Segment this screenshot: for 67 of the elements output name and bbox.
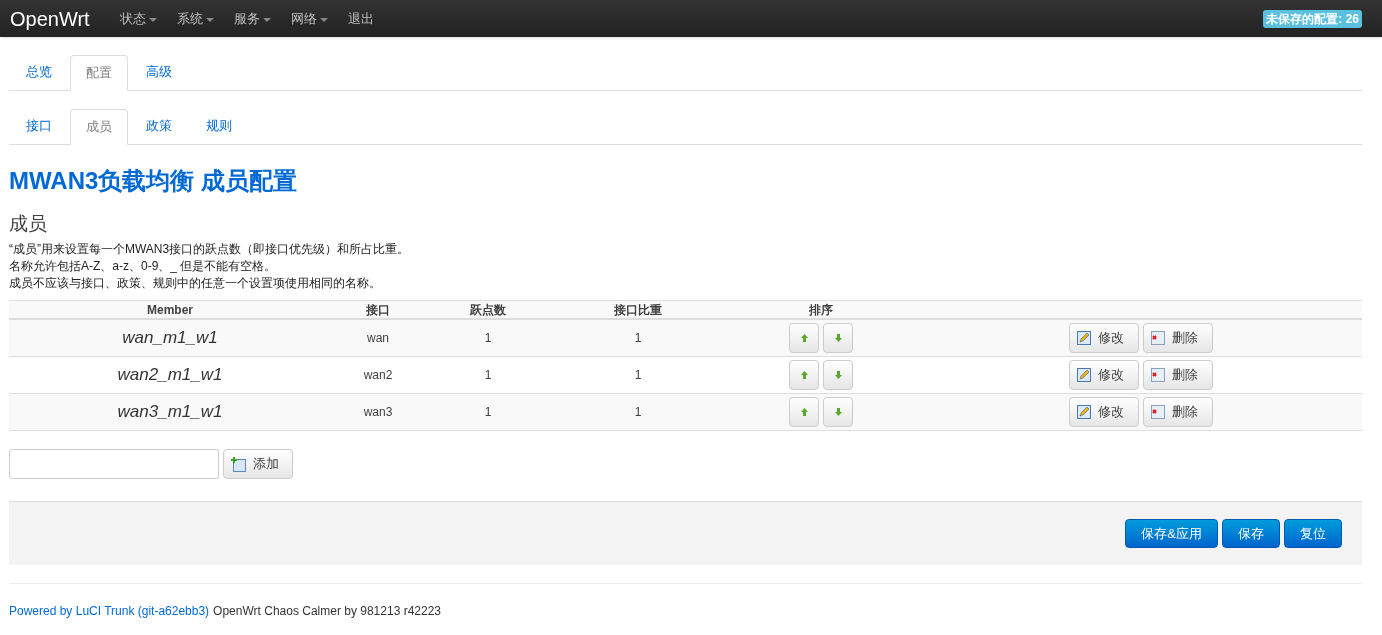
tab[interactable]: 配置	[70, 55, 128, 91]
down-arrow-icon	[834, 334, 842, 342]
move-down-button[interactable]	[823, 397, 853, 427]
move-up-button[interactable]	[789, 323, 819, 353]
delete-icon	[1151, 368, 1165, 382]
move-up-button[interactable]	[789, 360, 819, 390]
brand-logo[interactable]: OpenWrt	[10, 3, 90, 34]
move-down-button[interactable]	[823, 323, 853, 353]
nav-menu-item[interactable]: 服务	[233, 8, 271, 29]
column-header: 排序	[808, 302, 834, 319]
nav-menu-item[interactable]: 退出	[347, 8, 374, 29]
move-up-button[interactable]	[789, 397, 819, 427]
table-cell-text: wan	[366, 330, 390, 347]
up-arrow-icon	[800, 371, 808, 379]
table-cell-text: 1	[633, 404, 643, 421]
tab[interactable]: 接口	[10, 108, 68, 144]
action-button[interactable]: 保存&应用	[1125, 519, 1218, 548]
footer-link[interactable]: Powered by LuCI Trunk (git-a62ebb3)	[9, 604, 210, 618]
add-button[interactable]: 添加	[223, 449, 293, 479]
add-icon	[231, 456, 246, 472]
up-arrow-icon	[800, 334, 808, 342]
tab[interactable]: 高级	[130, 54, 188, 90]
nav-menu-item[interactable]: 系统	[176, 8, 214, 29]
edit-icon	[1077, 368, 1091, 382]
table-cell-text: wan2	[362, 367, 394, 384]
delete-icon	[1151, 405, 1165, 419]
delete-button[interactable]: 删除	[1143, 397, 1213, 427]
member-name: wan_m1_w1	[121, 327, 219, 350]
action-button[interactable]: 保存	[1222, 519, 1280, 548]
name-input-field[interactable]	[9, 449, 219, 479]
member-name: wan3_m1_w1	[116, 401, 224, 424]
column-header: Member	[146, 302, 194, 319]
column-header: 接口	[365, 302, 391, 319]
delete-button[interactable]: 删除	[1143, 360, 1213, 390]
nav-menu-item[interactable]: 网络	[290, 8, 328, 29]
nav-menu-item[interactable]: 状态	[119, 8, 157, 29]
page-title: MWAN3负载均衡 成员配置	[9, 166, 298, 196]
table-cell-text: 1	[483, 367, 493, 384]
member-name: wan2_m1_w1	[116, 364, 224, 387]
table-cell-text: 1	[633, 330, 643, 347]
description-text: 成员不应该与接口、政策、规则中的任意一个设置项使用相同的名称。	[9, 275, 382, 292]
delete-button[interactable]: 删除	[1143, 323, 1213, 353]
tab[interactable]: 总览	[10, 54, 68, 90]
edit-icon	[1077, 405, 1091, 419]
up-arrow-icon	[800, 408, 808, 416]
footer-text: OpenWrt Chaos Calmer by 981213 r42223	[213, 604, 441, 618]
table-cell-text: wan3	[362, 404, 394, 421]
column-header: 跃点数	[469, 302, 507, 319]
table-cell-text: 1	[633, 367, 643, 384]
section-title: 成员	[9, 212, 48, 236]
tab[interactable]: 成员	[70, 109, 128, 145]
delete-icon	[1151, 331, 1165, 345]
down-arrow-icon	[834, 371, 842, 379]
table-cell-text: 1	[483, 330, 493, 347]
description-text: “成员”用来设置每一个MWAN3接口的跃点数（即接口优先级）和所占比重。	[9, 241, 411, 258]
table-cell-text: 1	[483, 404, 493, 421]
description-text: 名称允许包括A-Z、a-z、0-9、_ 但是不能有空格。	[9, 258, 278, 275]
column-header: 接口比重	[613, 302, 663, 319]
down-arrow-icon	[834, 408, 842, 416]
edit-button[interactable]: 修改	[1069, 323, 1139, 353]
edit-button[interactable]: 修改	[1069, 360, 1139, 390]
move-down-button[interactable]	[823, 360, 853, 390]
tab[interactable]: 政策	[130, 108, 188, 144]
edit-button[interactable]: 修改	[1069, 397, 1139, 427]
edit-icon	[1077, 331, 1091, 345]
action-button[interactable]: 复位	[1284, 519, 1342, 548]
tab[interactable]: 规则	[190, 108, 248, 144]
